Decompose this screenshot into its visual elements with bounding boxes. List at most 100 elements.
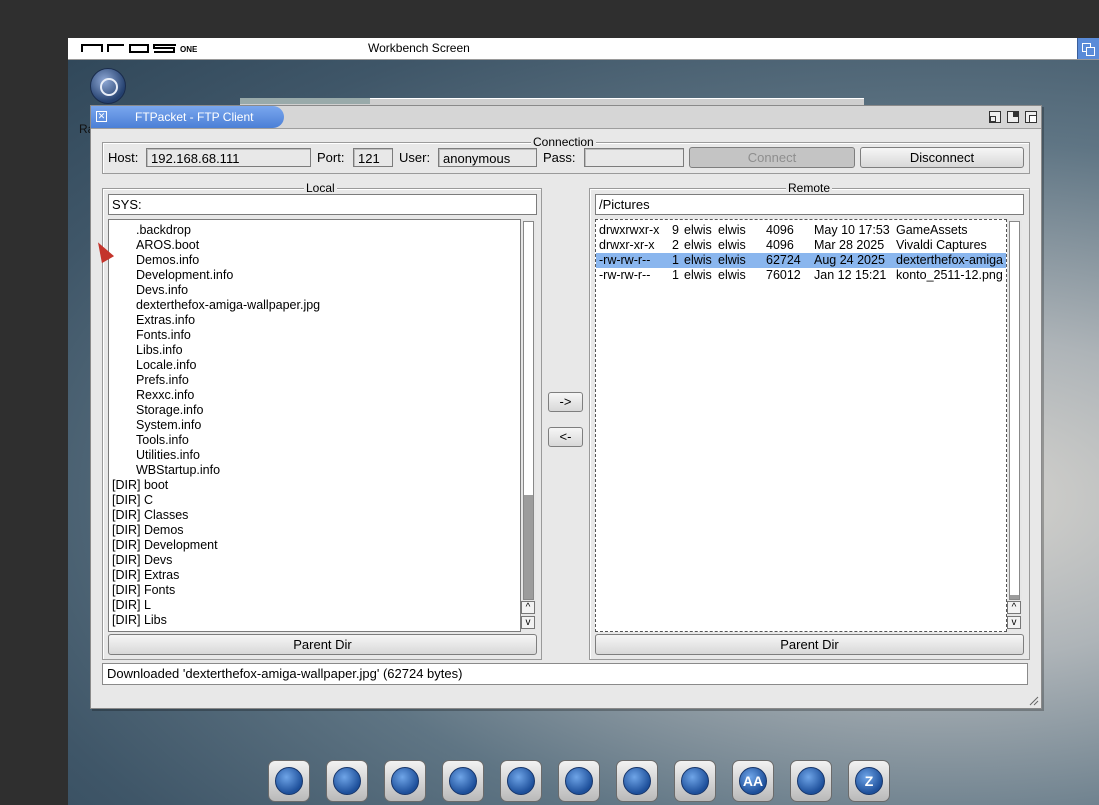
connect-button[interactable]: Connect bbox=[689, 147, 855, 168]
local-scroll-knob[interactable] bbox=[524, 495, 533, 599]
network-icon[interactable] bbox=[326, 760, 368, 802]
remote-file-list[interactable]: drwxrwxr-x 9 elwis elwis 4096 May 10 17:53 Gam… bbox=[595, 219, 1007, 632]
remote-col-group: elwis bbox=[718, 238, 746, 252]
remote-col-perm: drwxr-xr-x bbox=[599, 238, 655, 252]
local-file-item[interactable]: Prefs.info bbox=[109, 373, 520, 388]
display-icon-glyph bbox=[391, 767, 419, 795]
local-file-list[interactable]: .backdrop AROS.boot Demos.info Development.… bbox=[108, 219, 521, 632]
status-bar: Downloaded 'dexterthefox-amiga-wallpaper… bbox=[102, 663, 1028, 685]
keyboard-icon[interactable] bbox=[558, 760, 600, 802]
upload-button[interactable]: -> bbox=[548, 392, 583, 412]
disconnect-button[interactable]: Disconnect bbox=[860, 147, 1024, 168]
remote-scroll-track[interactable] bbox=[1009, 221, 1020, 600]
remote-col-owner: elwis bbox=[684, 253, 712, 267]
zune-icon-glyph: Z bbox=[855, 767, 883, 795]
local-file-item[interactable]: Locale.info bbox=[109, 358, 520, 373]
local-dir-item[interactable]: [DIR] L bbox=[109, 598, 520, 613]
local-file-item[interactable]: Tools.info bbox=[109, 433, 520, 448]
pass-input[interactable] bbox=[584, 148, 684, 167]
grid-icon[interactable] bbox=[616, 760, 658, 802]
screens-icon-glyph bbox=[797, 767, 825, 795]
iconify-icon[interactable] bbox=[989, 111, 1001, 123]
local-file-item[interactable]: Extras.info bbox=[109, 313, 520, 328]
local-scroll-down-icon[interactable]: v bbox=[521, 616, 535, 629]
remote-parent-dir-button[interactable]: Parent Dir bbox=[595, 634, 1024, 655]
remote-scroll-up-icon[interactable]: ^ bbox=[1007, 601, 1021, 614]
close-icon[interactable]: ✕ bbox=[96, 111, 107, 122]
clock-icon[interactable] bbox=[500, 760, 542, 802]
local-file-item[interactable]: Rexxc.info bbox=[109, 388, 520, 403]
local-file-item[interactable]: System.info bbox=[109, 418, 520, 433]
port-input[interactable]: 121 bbox=[353, 148, 393, 167]
local-file-item[interactable]: Libs.info bbox=[109, 343, 520, 358]
remote-file-item-selected[interactable]: -rw-rw-r-- 1 elwis elwis 62724 Aug 24 2025 dex… bbox=[596, 253, 1006, 268]
local-file-item[interactable]: dexterthefox-amiga-wallpaper.jpg bbox=[109, 298, 520, 313]
screen-title-bar: ONE Workbench Screen bbox=[68, 38, 1099, 60]
local-file-item[interactable]: Utilities.info bbox=[109, 448, 520, 463]
remote-file-item[interactable]: -rw-rw-r-- 1 elwis elwis 76012 Jan 12 15:21 ko… bbox=[596, 268, 1006, 283]
pointer-icon-glyph bbox=[449, 767, 477, 795]
local-dir-item[interactable]: [DIR] C bbox=[109, 493, 520, 508]
display-icon[interactable] bbox=[384, 760, 426, 802]
remote-file-item[interactable]: drwxrwxr-x 9 elwis elwis 4096 May 10 17:53 Gam… bbox=[596, 223, 1006, 238]
local-file-item[interactable]: Demos.info bbox=[109, 253, 520, 268]
screen-title: Workbench Screen bbox=[368, 41, 470, 55]
user-input[interactable]: anonymous bbox=[438, 148, 537, 167]
local-path-input[interactable]: SYS: bbox=[108, 194, 537, 215]
host-label: Host: bbox=[108, 150, 139, 165]
zoom-icon[interactable] bbox=[1007, 111, 1019, 123]
keyboard-icon-glyph bbox=[565, 767, 593, 795]
remote-scroll-knob[interactable] bbox=[1010, 595, 1019, 599]
local-scrollbar[interactable]: ^ v bbox=[521, 219, 536, 630]
remote-col-perm: -rw-rw-r-- bbox=[599, 268, 651, 282]
window-title: FTPacket - FTP Client bbox=[135, 110, 254, 124]
resize-handle-icon[interactable] bbox=[1029, 696, 1039, 706]
local-file-item[interactable]: Storage.info bbox=[109, 403, 520, 418]
remote-col-size: 4096 bbox=[766, 238, 794, 252]
download-button[interactable]: <- bbox=[548, 427, 583, 447]
local-dir-item[interactable]: [DIR] Development bbox=[109, 538, 520, 553]
window-title-bar[interactable]: ✕ FTPacket - FTP Client bbox=[91, 106, 1041, 129]
local-parent-dir-button[interactable]: Parent Dir bbox=[108, 634, 537, 655]
remote-col-date: Mar 28 2025 bbox=[814, 238, 885, 252]
remote-col-name: Vivaldi Captures bbox=[896, 238, 987, 252]
ram-disk-icon[interactable] bbox=[90, 68, 126, 104]
local-dir-item[interactable]: [DIR] Fonts bbox=[109, 583, 520, 598]
local-scroll-up-icon[interactable]: ^ bbox=[521, 601, 535, 614]
screen-depth-icon[interactable] bbox=[1077, 38, 1099, 59]
local-dir-item[interactable]: [DIR] Devs bbox=[109, 553, 520, 568]
remote-col-size: 62724 bbox=[766, 253, 801, 267]
remote-path-input[interactable]: /Pictures bbox=[595, 194, 1024, 215]
local-group: Local SYS: .backdrop AROS.boot Demos.info D… bbox=[102, 181, 542, 660]
fonts-icon[interactable]: AA bbox=[732, 760, 774, 802]
local-dir-item[interactable]: [DIR] Classes bbox=[109, 508, 520, 523]
remote-col-group: elwis bbox=[718, 253, 746, 267]
local-dir-item[interactable]: [DIR] Libs bbox=[109, 613, 520, 628]
host-input[interactable]: 192.168.68.111 bbox=[146, 148, 311, 167]
aros-one-logo: ONE bbox=[81, 44, 198, 54]
globe-icon[interactable] bbox=[674, 760, 716, 802]
remote-col-links: 9 bbox=[672, 223, 679, 237]
local-dir-item[interactable]: [DIR] boot bbox=[109, 478, 520, 493]
local-file-item[interactable]: .backdrop bbox=[109, 223, 520, 238]
zune-icon[interactable]: Z bbox=[848, 760, 890, 802]
depth-icon[interactable] bbox=[1025, 111, 1037, 123]
local-file-item[interactable]: AROS.boot bbox=[109, 238, 520, 253]
system-prefs-icon[interactable] bbox=[268, 760, 310, 802]
local-dir-item[interactable]: [DIR] Demos bbox=[109, 523, 520, 538]
screens-icon[interactable] bbox=[790, 760, 832, 802]
connection-group-label: Connection bbox=[531, 135, 596, 149]
local-file-item[interactable]: Fonts.info bbox=[109, 328, 520, 343]
remote-col-size: 4096 bbox=[766, 223, 794, 237]
remote-col-size: 76012 bbox=[766, 268, 801, 282]
pointer-icon[interactable] bbox=[442, 760, 484, 802]
local-dir-item[interactable]: [DIR] Extras bbox=[109, 568, 520, 583]
pass-label: Pass: bbox=[543, 150, 576, 165]
local-file-item[interactable]: Development.info bbox=[109, 268, 520, 283]
local-file-item[interactable]: WBStartup.info bbox=[109, 463, 520, 478]
local-file-item[interactable]: Devs.info bbox=[109, 283, 520, 298]
remote-scroll-down-icon[interactable]: v bbox=[1007, 616, 1021, 629]
remote-file-item[interactable]: drwxr-xr-x 2 elwis elwis 4096 Mar 28 2025 Viva… bbox=[596, 238, 1006, 253]
local-scroll-track[interactable] bbox=[523, 221, 534, 600]
remote-scrollbar[interactable]: ^ v bbox=[1007, 219, 1022, 630]
